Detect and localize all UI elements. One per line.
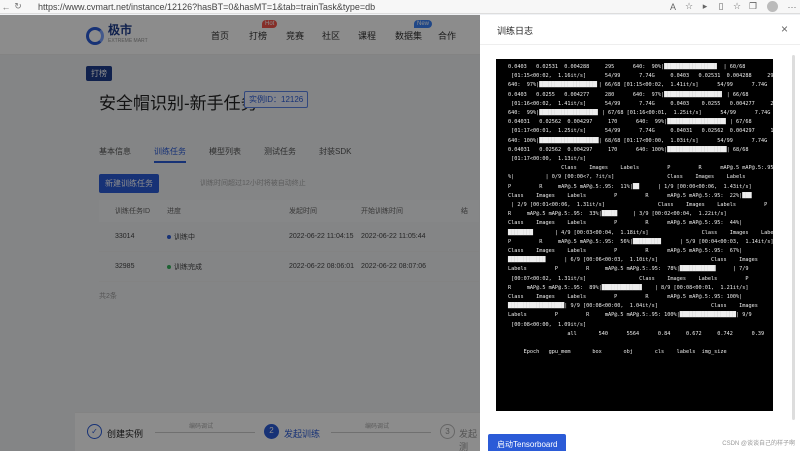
log-line: 640: 97%|██████████████████▌| 66/68 [01:… — [508, 82, 768, 89]
log-line: R mAP@.5 mAP@.5:.95: 33%|█████ | 3/9 [00… — [508, 211, 727, 218]
log-line: ████████ | 4/9 [00:03<00:04, 1.18it/s] C… — [508, 229, 773, 236]
log-line: 640: 100%|███████████████████| 68/68 [01… — [508, 137, 768, 144]
log-line: [01:17<00:01, 1.25it/s] 54/99 7.74G 0.04… — [508, 128, 773, 135]
log-line: P R mAP@.5 mAP@.5:.95: 11%|██ | 1/9 [00:… — [508, 183, 752, 190]
log-line: Epoch gpu_mem box obj cls labels img_siz… — [508, 349, 727, 356]
log-line: Class Images Labels P R mAP@.5 mAP@.5:.9… — [508, 220, 743, 227]
log-line: [00:07<00:02, 1.31it/s] Class Images Lab… — [508, 275, 749, 282]
log-line: Class Images Labels P R mAP@.5 mAP@.5:.9… — [508, 165, 773, 172]
collections-icon[interactable]: ❐ — [745, 1, 761, 12]
profile-avatar[interactable] — [767, 1, 778, 12]
drawer-title: 训练日志 — [497, 26, 534, 36]
back-icon[interactable]: ← — [0, 2, 12, 12]
refresh-icon[interactable]: ↻ — [12, 1, 24, 12]
start-tensorboard-button[interactable]: 启动Tensorboard — [488, 434, 567, 451]
watermark: CSDN @谈谈自己的样子啊 — [722, 441, 795, 447]
log-line: 0.0403 0.02531 0.004288 295 640: 90%|███… — [508, 64, 746, 70]
training-log-drawer: 训练日志 × 0.0403 0.02531 0.004288 295 640: … — [480, 15, 800, 451]
extension-icon[interactable]: ▸ — [697, 1, 713, 12]
log-line: 0.04031 0.02562 0.004297 170 640: 100%|█… — [508, 146, 749, 153]
log-line: all 540 5564 0.84 0.672 0.742 0.39 — [508, 330, 765, 337]
log-line: P R mAP@.5 mAP@.5:.95: 56%|█████████ | 5… — [508, 238, 773, 245]
log-line: [01:16<00:02, 1.41it/s] 54/99 7.74G 0.04… — [508, 100, 773, 107]
log-line: [01:15<00:02, 1.16it/s] 54/99 7.74G 0.04… — [508, 73, 773, 80]
log-line: 0.04031 0.02562 0.004297 170 640: 99%|██… — [508, 119, 752, 126]
log-line: R mAP@.5 mAP@.5:.95: 89%|████████████▉ |… — [508, 284, 749, 291]
log-line: %| | 0/9 [00:00<?, ?it/s] Class Images L… — [508, 174, 746, 181]
log-line: 0.0403 0.0255 0.004277 280 640: 97%|████… — [508, 91, 749, 98]
log-line: ██████████████████| 9/9 [00:08<00:00, 1.… — [508, 303, 758, 310]
log-line: 640: 99%|██████████████████▊ | 67/68 [01… — [508, 110, 771, 117]
log-line: Labels P R mAP@.5 mAP@.5:.95: 100%|█████… — [508, 312, 752, 319]
close-icon[interactable]: × — [781, 22, 788, 36]
drawer-scrollbar[interactable] — [792, 55, 795, 420]
reader-icon[interactable]: A — [665, 2, 681, 12]
address-bar[interactable]: https://www.cvmart.net/instance/12126?ha… — [38, 2, 665, 12]
favorite-icon[interactable]: ☆ — [681, 1, 697, 12]
log-line: ████████████ | 6/9 [00:06<00:03, 1.10it/… — [508, 257, 758, 264]
log-line: Class Images Labels P R mAP@.5 mAP@.5:.9… — [508, 248, 743, 255]
log-line: [00:08<00:00, 1.09it/s] — [508, 321, 587, 328]
drawer-header: 训练日志 × — [480, 15, 800, 45]
log-line: | 2/9 [00:01<00:06, 1.31it/s] Class Imag… — [508, 202, 768, 209]
training-log-output[interactable]: 0.0403 0.02531 0.004288 295 640: 90%|███… — [496, 59, 773, 411]
log-line: Class Images Labels P R mAP@.5 mAP@.5:.9… — [508, 192, 752, 199]
browser-toolbar: ← ↻ https://www.cvmart.net/instance/1212… — [0, 0, 800, 14]
modal-overlay[interactable] — [0, 15, 480, 451]
log-line: [01:17<00:00, 1.13it/s] — [508, 156, 587, 163]
split-screen-icon[interactable]: ▯ — [713, 1, 729, 12]
log-line: Class Images Labels P R mAP@.5 mAP@.5:.9… — [508, 294, 743, 301]
more-icon[interactable]: ··· — [784, 2, 800, 12]
collections-icon[interactable]: ☆ — [729, 1, 745, 12]
log-line: Labels P R mAP@.5 mAP@.5:.95: 78%|██████… — [508, 266, 749, 273]
